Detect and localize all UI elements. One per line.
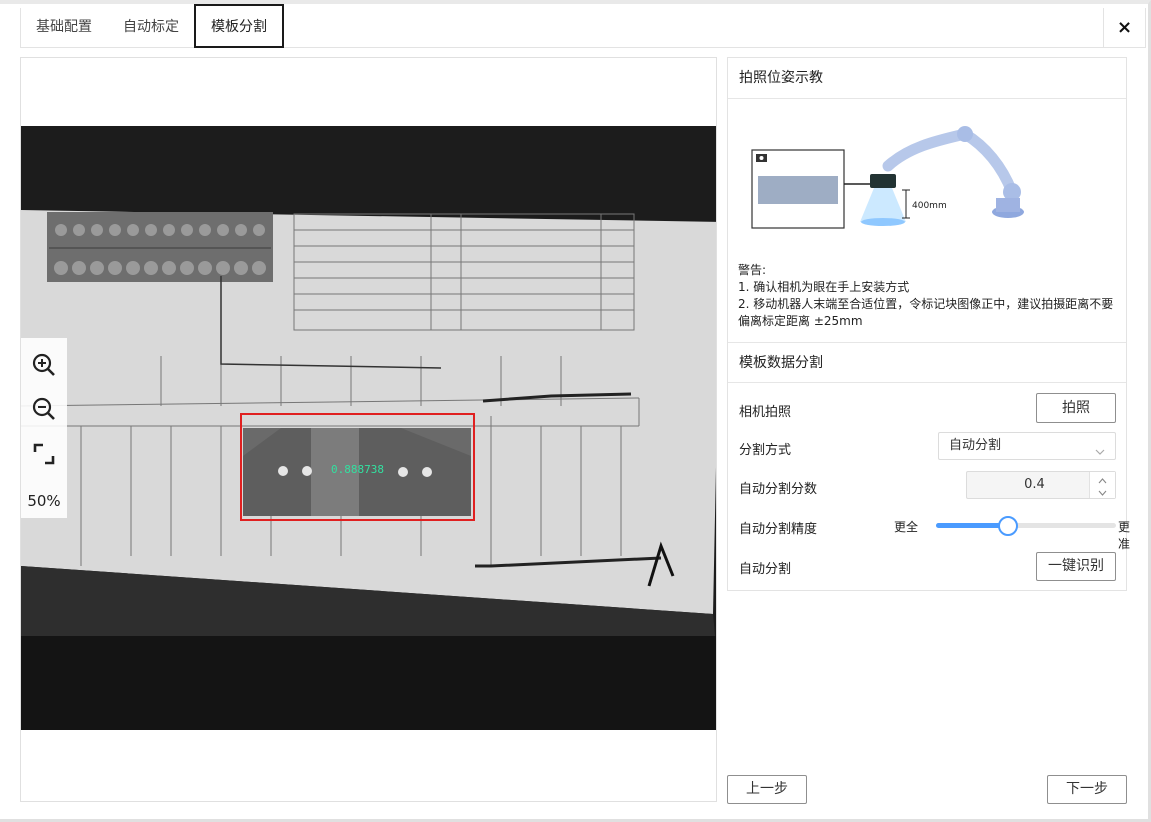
tab-template-segmentation[interactable]: 模板分割 [194, 4, 284, 48]
prev-step-button[interactable]: 上一步 [727, 775, 807, 804]
auto-segment-label: 自动分割 [739, 562, 792, 577]
zoom-level: 50% [27, 492, 61, 510]
warning-line-1: 1. 确认相机为眼在手上安装方式 [738, 280, 910, 294]
image-viewer: 0.888738 50% [20, 57, 717, 802]
pose-distance-label: 400mm [912, 201, 947, 211]
tab-basic-config[interactable]: 基础配置 [36, 8, 92, 46]
detection-score: 0.888738 [331, 463, 384, 476]
warning-line-2: 2. 移动机器人末端至合适位置，令标记块图像正中，建议拍摄距离不要偏离标定距离 … [738, 297, 1114, 328]
increment-icon[interactable] [1090, 472, 1115, 485]
auto-score-label: 自动分割分数 [739, 482, 818, 497]
tab-auto-calibration[interactable]: 自动标定 [123, 8, 179, 46]
pose-section-title: 拍照位姿示教 [728, 58, 1126, 99]
segmentation-method-select[interactable]: 自动分割 [938, 432, 1116, 460]
zoom-in-icon[interactable] [31, 352, 57, 378]
camera-image-canvas: 0.888738 [21, 126, 716, 730]
zoom-toolbar: 50% [21, 338, 67, 518]
zoom-out-icon[interactable] [31, 396, 57, 422]
chevron-down-icon [1095, 441, 1105, 455]
camera-capture-label: 相机拍照 [739, 405, 792, 420]
precision-min-label: 更全 [894, 520, 919, 534]
pose-warning: 警告: 1. 确认相机为眼在手上安装方式 2. 移动机器人末端至合适位置，令标记… [738, 262, 1123, 330]
warning-title: 警告: [738, 263, 767, 277]
precision-slider: 更全 更准 [894, 514, 1130, 551]
settings-panel: 拍照位姿示教 400mm 警告: 1. 确认相机为眼在手上安装方式 2. 移动机… [727, 57, 1130, 591]
auto-score-stepper[interactable]: 0.4 [966, 471, 1116, 499]
camera-image[interactable]: 0.888738 [21, 126, 716, 730]
precision-max-label: 更准 [1118, 520, 1131, 551]
auto-score-value[interactable]: 0.4 [967, 472, 1102, 498]
close-icon: × [1116, 17, 1133, 38]
capture-button[interactable]: 拍照 [1036, 393, 1116, 423]
precision-label: 自动分割精度 [739, 522, 818, 537]
close-button[interactable]: × [1103, 8, 1145, 47]
segmentation-method-label: 分割方式 [739, 443, 792, 458]
camera-icon [756, 154, 767, 162]
pose-illustration: 400mm [750, 126, 1050, 236]
one-click-recognize-button[interactable]: 一键识别 [1036, 552, 1116, 581]
decrement-icon[interactable] [1090, 485, 1115, 498]
segmentation-method-value: 自动分割 [949, 438, 1002, 453]
next-step-button[interactable]: 下一步 [1047, 775, 1127, 804]
tab-bar: 基础配置 自动标定 模板分割 × [20, 4, 1146, 48]
slider-thumb[interactable] [998, 516, 1018, 536]
slider-track[interactable] [936, 516, 1116, 536]
segmentation-section-title: 模板数据分割 [728, 342, 1126, 383]
fit-screen-icon[interactable] [31, 441, 57, 467]
